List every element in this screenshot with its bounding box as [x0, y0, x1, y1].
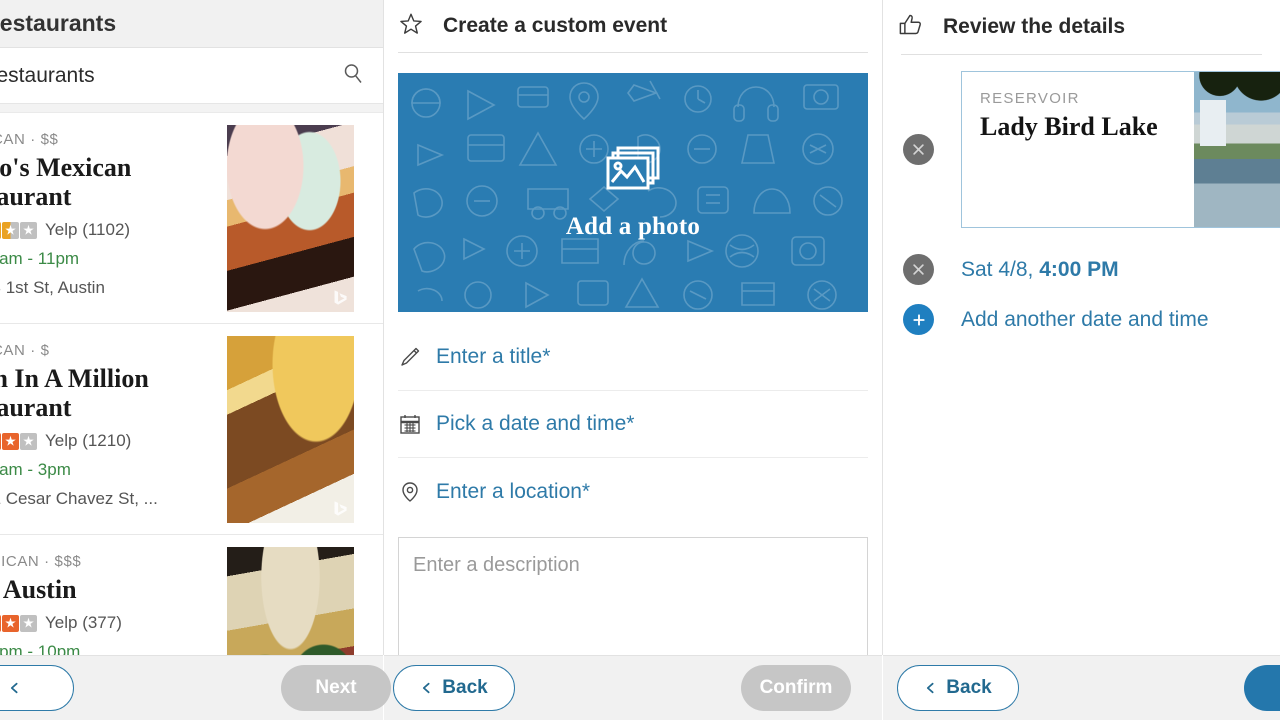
star-icon: [398, 11, 424, 42]
mid-panel-title: Create a custom event: [443, 14, 667, 38]
venue-name: Lady Bird Lake: [980, 112, 1194, 142]
venue-row: RESERVOIR Lady Bird Lake: [883, 71, 1280, 228]
pick-date-time-row[interactable]: Pick a date and time*: [398, 391, 868, 458]
chevron-left-icon: [8, 680, 21, 696]
right-panel-header: Review the details: [883, 0, 1280, 54]
pencil-icon: [398, 345, 436, 369]
description-textarea[interactable]: Enter a description: [398, 537, 868, 662]
thumbs-up-icon: [897, 11, 924, 43]
next-button-label: Next: [315, 677, 356, 699]
add-another-datetime-label: Add another date and time: [961, 308, 1209, 332]
chevron-left-icon: [420, 680, 433, 696]
yelp-review-count: Yelp (1210): [45, 431, 131, 451]
header-divider: [901, 54, 1262, 55]
restaurant-info: EXICAN · $$ olvo's Mexicanestaurant Yelp…: [0, 113, 131, 323]
confirm-button[interactable]: Confirm: [741, 665, 851, 711]
event-time: 4:00 PM: [1039, 258, 1118, 281]
chevron-left-icon: [924, 680, 937, 696]
restaurant-list: EXICAN · $$ olvo's Mexicanestaurant Yelp…: [0, 113, 383, 720]
app-root: ct restaurants n restaurants EXICAN · $$…: [0, 0, 1280, 720]
left-panel-header: ct restaurants: [0, 0, 383, 48]
restaurant-hours: ed 7am - 11pm: [0, 249, 131, 269]
page-title: ct restaurants: [0, 10, 116, 37]
close-circle-icon[interactable]: [903, 134, 934, 165]
calendar-icon: [398, 412, 436, 436]
search-input[interactable]: n restaurants: [0, 64, 95, 88]
star-rating-icons: [0, 433, 37, 450]
restaurant-search-bar[interactable]: n restaurants: [0, 48, 383, 104]
restaurant-category: EXICAN · $: [0, 342, 158, 359]
header-divider: [398, 52, 868, 53]
venue-photo: [1194, 72, 1280, 227]
restaurant-category: EXICAN · $$: [0, 131, 131, 148]
restaurant-rating: Yelp (1210): [0, 431, 158, 451]
back-button[interactable]: [0, 665, 74, 711]
bing-icon: [331, 500, 348, 517]
pick-date-time-label: Pick a date and time*: [436, 412, 634, 436]
back-button-label: Back: [946, 677, 991, 699]
right-panel-title: Review the details: [943, 15, 1125, 39]
create-custom-event-panel: Create a custom event: [383, 0, 882, 720]
yelp-review-count: Yelp (377): [45, 613, 122, 633]
photo-stack-icon: [604, 144, 662, 197]
restaurant-category: MERICAN · $$$: [0, 553, 122, 570]
restaurant-name: uan In A Millionestaurant: [0, 364, 158, 422]
next-button[interactable]: Next: [281, 665, 391, 711]
restaurant-name: olvo's Mexicanestaurant: [0, 153, 131, 211]
venue-text: RESERVOIR Lady Bird Lake: [962, 72, 1194, 227]
mid-panel-header: Create a custom event: [384, 0, 882, 52]
restaurant-hours: ed 7am - 3pm: [0, 460, 158, 480]
restaurant-photo: [227, 125, 354, 312]
add-another-datetime-row[interactable]: Add another date and time: [883, 304, 1280, 335]
enter-title-label: Enter a title*: [436, 345, 550, 369]
datetime-row: Sat 4/8, 4:00 PM: [883, 254, 1280, 285]
confirm-button[interactable]: C: [1244, 665, 1280, 711]
restaurant-name: ixe Austin: [0, 575, 122, 604]
restaurant-rating: Yelp (1102): [0, 220, 131, 240]
list-item[interactable]: EXICAN · $$ olvo's Mexicanestaurant Yelp…: [0, 113, 383, 324]
back-button[interactable]: Back: [393, 665, 515, 711]
restaurant-info: EXICAN · $ uan In A Millionestaurant Yel…: [0, 324, 158, 534]
add-photo-label: Add a photo: [566, 213, 700, 241]
yelp-review-count: Yelp (1102): [45, 220, 130, 240]
back-button[interactable]: Back: [897, 665, 1019, 711]
enter-title-row[interactable]: Enter a title*: [398, 324, 868, 391]
restaurant-rating: Yelp (377): [0, 613, 122, 633]
star-rating-icons: [0, 222, 37, 239]
bottom-action-bar: Next Back Confirm Back C: [0, 655, 1280, 720]
event-form: Enter a title* Pick a date and time*: [398, 324, 868, 525]
bing-icon: [331, 289, 348, 306]
restaurant-photo: [227, 336, 354, 523]
event-date: Sat 4/8,: [961, 258, 1033, 281]
venue-card[interactable]: RESERVOIR Lady Bird Lake: [961, 71, 1280, 228]
search-separator: [0, 104, 383, 113]
list-item[interactable]: EXICAN · $ uan In A Millionestaurant Yel…: [0, 324, 383, 535]
restaurant-address: 04 S 1st St, Austin: [0, 278, 131, 298]
star-rating-icons: [0, 615, 37, 632]
confirm-button-label: Confirm: [760, 677, 833, 699]
review-details-panel: Review the details RESERVOIR Lady Bird L…: [882, 0, 1280, 720]
enter-location-row[interactable]: Enter a location*: [398, 458, 868, 525]
enter-location-label: Enter a location*: [436, 480, 590, 504]
plus-circle-icon[interactable]: [903, 304, 934, 335]
add-photo-banner[interactable]: Add a photo: [398, 73, 868, 312]
event-datetime[interactable]: Sat 4/8, 4:00 PM: [961, 258, 1119, 282]
back-button-label: Back: [442, 677, 487, 699]
restaurant-address: 00 E Cesar Chavez St, ...: [0, 489, 158, 509]
select-restaurants-panel: ct restaurants n restaurants EXICAN · $$…: [0, 0, 383, 720]
close-circle-icon[interactable]: [903, 254, 934, 285]
search-icon[interactable]: [341, 61, 365, 90]
venue-kicker: RESERVOIR: [980, 90, 1194, 107]
location-pin-icon: [398, 480, 436, 504]
